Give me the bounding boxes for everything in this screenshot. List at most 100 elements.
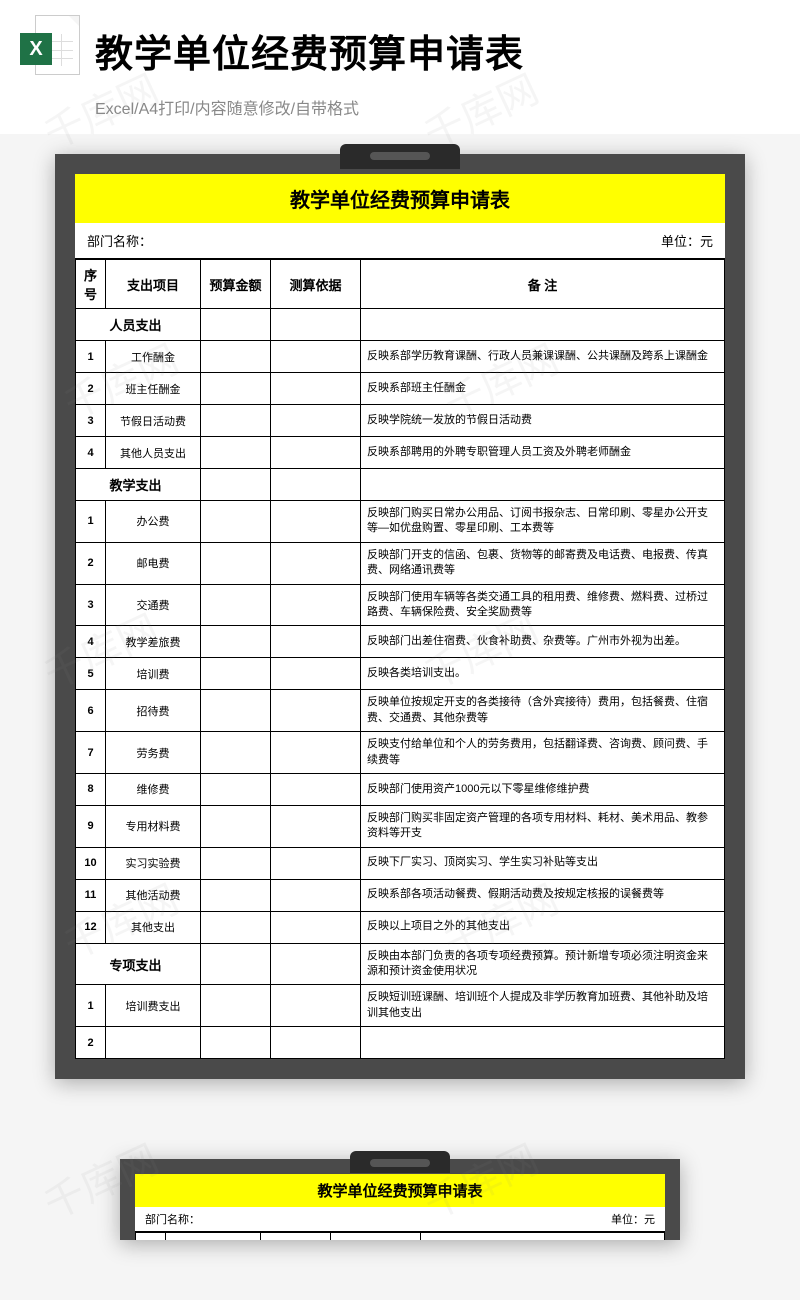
row-basis-cell[interactable]	[271, 985, 361, 1027]
spreadsheet-page-small: 教学单位经费预算申请表 部门名称： 单位：元 序号 支出项目 预算金额 测算依据…	[135, 1174, 665, 1240]
row-basis-cell[interactable]	[271, 732, 361, 774]
unit-label: 单位：元	[611, 1211, 655, 1227]
row-note-cell: 反映以上项目之外的其他支出	[361, 911, 725, 943]
row-num-cell: 8	[76, 773, 106, 805]
row-basis-cell[interactable]	[271, 373, 361, 405]
table-row: 2	[76, 1027, 725, 1059]
table-row: 6招待费反映单位按规定开支的各类接待（含外宾接待）费用，包括餐费、住宿费、交通费…	[76, 690, 725, 732]
row-item-cell: 办公费	[106, 501, 201, 543]
row-note-cell: 反映部门使用资产1000元以下零星维修维护费	[361, 773, 725, 805]
row-basis-cell[interactable]	[271, 584, 361, 626]
excel-file-icon: X	[20, 15, 80, 85]
table-row: 1办公费反映部门购买日常办公用品、订阅书报杂志、日常印刷、零星办公开支等—如优盘…	[76, 501, 725, 543]
document-preview-secondary: 教学单位经费预算申请表 部门名称： 单位：元 序号 支出项目 预算金额 测算依据…	[120, 1159, 680, 1240]
row-amount-cell[interactable]	[201, 373, 271, 405]
row-basis-cell[interactable]	[271, 437, 361, 469]
section-amount-cell	[201, 309, 271, 341]
row-item-cell: 培训费	[106, 658, 201, 690]
col-header-basis: 测算依据	[271, 260, 361, 309]
row-amount-cell[interactable]	[201, 626, 271, 658]
table-row: 3节假日活动费反映学院统一发放的节假日活动费	[76, 405, 725, 437]
row-basis-cell[interactable]	[271, 626, 361, 658]
row-basis-cell[interactable]	[271, 773, 361, 805]
section-amount-cell	[201, 943, 271, 985]
row-basis-cell[interactable]	[271, 911, 361, 943]
row-item-cell: 其他支出	[106, 911, 201, 943]
row-amount-cell[interactable]	[201, 405, 271, 437]
section-basis-cell	[271, 469, 361, 501]
row-basis-cell[interactable]	[271, 405, 361, 437]
row-amount-cell[interactable]	[201, 911, 271, 943]
dept-unit-row: 部门名称： 单位：元	[75, 223, 725, 259]
col-header-note: 备 注	[361, 260, 725, 309]
row-basis-cell[interactable]	[271, 805, 361, 847]
row-amount-cell[interactable]	[201, 690, 271, 732]
row-num-cell: 3	[76, 405, 106, 437]
col-header-item: 支出项目	[106, 260, 201, 309]
row-item-cell: 实习实验费	[106, 847, 201, 879]
row-note-cell: 反映系部班主任酬金	[361, 373, 725, 405]
row-num-cell: 3	[76, 584, 106, 626]
row-amount-cell[interactable]	[201, 773, 271, 805]
row-item-cell: 专用材料费	[106, 805, 201, 847]
row-basis-cell[interactable]	[271, 542, 361, 584]
row-amount-cell[interactable]	[201, 584, 271, 626]
row-amount-cell[interactable]	[201, 985, 271, 1027]
row-num-cell: 5	[76, 658, 106, 690]
row-basis-cell[interactable]	[271, 658, 361, 690]
table-row: 11其他活动费反映系部各项活动餐费、假期活动费及按规定核报的误餐费等	[76, 879, 725, 911]
dept-unit-row-small: 部门名称： 单位：元	[135, 1207, 665, 1232]
row-item-cell	[106, 1027, 201, 1059]
table-row: 2邮电费反映部门开支的信函、包裹、货物等的邮寄费及电话费、电报费、传真费、网络通…	[76, 542, 725, 584]
section-note-cell	[361, 309, 725, 341]
section-name-cell: 专项支出	[106, 943, 201, 985]
sheet-title: 教学单位经费预算申请表	[75, 174, 725, 223]
row-amount-cell[interactable]	[201, 437, 271, 469]
page-subtitle: Excel/A4打印/内容随意修改/自带格式	[0, 95, 800, 134]
row-amount-cell[interactable]	[201, 501, 271, 543]
section-header-row: 教学支出	[76, 469, 725, 501]
row-note-cell: 反映各类培训支出。	[361, 658, 725, 690]
col-header-item: 支出项目	[166, 1233, 261, 1241]
table-row: 4其他人员支出反映系部聘用的外聘专职管理人员工资及外聘老师酬金	[76, 437, 725, 469]
row-num-cell: 1	[76, 341, 106, 373]
row-note-cell: 反映部门开支的信函、包裹、货物等的邮寄费及电话费、电报费、传真费、网络通讯费等	[361, 542, 725, 584]
row-amount-cell[interactable]	[201, 732, 271, 774]
spreadsheet-page: 教学单位经费预算申请表 部门名称： 单位：元 序号 支出项目 预算金额 测算依据…	[75, 174, 725, 1059]
section-header-row: 人员支出	[76, 309, 725, 341]
clipboard-clip-icon	[340, 144, 460, 169]
page-title: 教学单位经费预算申请表	[95, 23, 524, 78]
row-num-cell: 9	[76, 805, 106, 847]
unit-label: 单位：元	[661, 231, 713, 250]
col-header-basis: 测算依据	[331, 1233, 421, 1241]
budget-table: 序号 支出项目 预算金额 测算依据 备 注 人员支出1工作酬金 反映系部学历教育课…	[75, 259, 725, 1059]
row-item-cell: 班主任酬金	[106, 373, 201, 405]
row-amount-cell[interactable]	[201, 1027, 271, 1059]
row-item-cell: 工作酬金	[106, 341, 201, 373]
table-header-row: 序号 支出项目 预算金额 测算依据 备 注	[76, 260, 725, 309]
row-note-cell: 反映系部学历教育课酬、行政人员兼课课酬、公共课酬及跨系上课酬金	[361, 341, 725, 373]
row-basis-cell[interactable]	[271, 847, 361, 879]
row-basis-cell[interactable]	[271, 1027, 361, 1059]
row-amount-cell[interactable]	[201, 879, 271, 911]
table-row: 4教学差旅费反映部门出差住宿费、伙食补助费、杂费等。广州市外视为出差。	[76, 626, 725, 658]
col-header-num: 序号	[136, 1233, 166, 1241]
row-item-cell: 培训费支出	[106, 985, 201, 1027]
section-amount-cell	[201, 469, 271, 501]
row-amount-cell[interactable]	[201, 847, 271, 879]
col-header-amount: 预算金额	[261, 1233, 331, 1241]
table-row: 5培训费 反映各类培训支出。	[76, 658, 725, 690]
row-amount-cell[interactable]	[201, 805, 271, 847]
table-row: 10实习实验费反映下厂实习、顶岗实习、学生实习补贴等支出	[76, 847, 725, 879]
row-amount-cell[interactable]	[201, 341, 271, 373]
table-row: 9专用材料费反映部门购买非固定资产管理的各项专用材料、耗材、美术用品、教参资料等…	[76, 805, 725, 847]
row-amount-cell[interactable]	[201, 658, 271, 690]
col-header-amount: 预算金额	[201, 260, 271, 309]
row-note-cell: 反映学院统一发放的节假日活动费	[361, 405, 725, 437]
row-note-cell: 反映部门使用车辆等各类交通工具的租用费、维修费、燃料费、过桥过路费、车辆保险费、…	[361, 584, 725, 626]
row-basis-cell[interactable]	[271, 501, 361, 543]
row-amount-cell[interactable]	[201, 542, 271, 584]
row-basis-cell[interactable]	[271, 341, 361, 373]
row-basis-cell[interactable]	[271, 879, 361, 911]
row-basis-cell[interactable]	[271, 690, 361, 732]
